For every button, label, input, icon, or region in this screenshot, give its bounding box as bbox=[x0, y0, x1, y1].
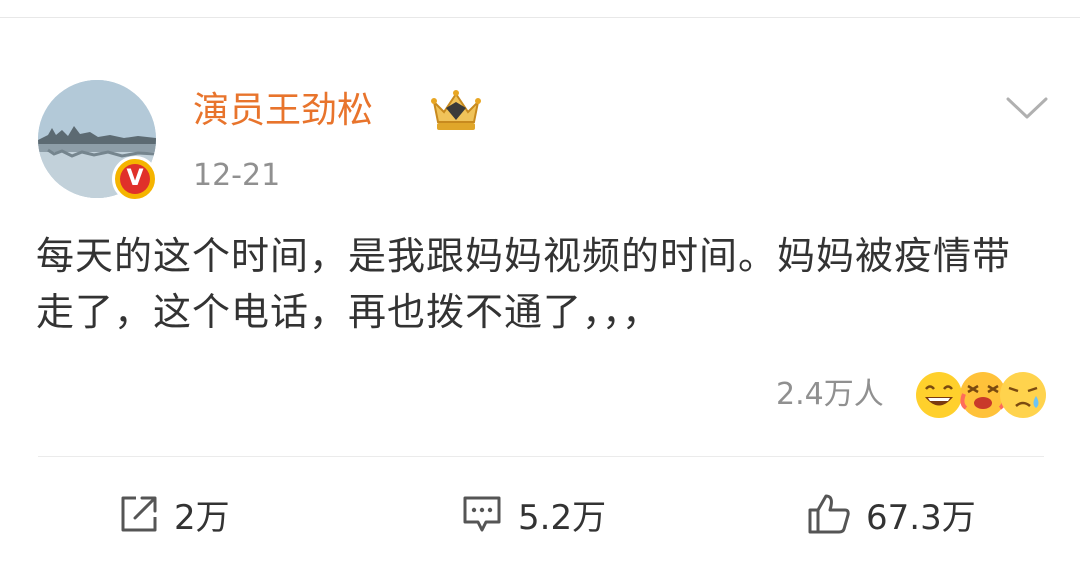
like-button[interactable]: 67.3万 bbox=[806, 486, 976, 542]
reaction-count[interactable]: 2.4万人 bbox=[776, 372, 884, 418]
thumbs-up-icon bbox=[808, 494, 850, 534]
crown-vip-icon[interactable] bbox=[428, 88, 484, 134]
comment-count: 5.2万 bbox=[518, 497, 607, 538]
username[interactable]: 演员王劲松 bbox=[193, 86, 373, 136]
chevron-down-icon[interactable] bbox=[1004, 93, 1050, 123]
verified-badge-icon: V bbox=[112, 156, 158, 202]
repost-count: 2万 bbox=[174, 497, 230, 538]
post-content: 每天的这个时间，是我跟妈妈视频的时间。妈妈被疫情带走了，这个电话，再也拨不通了，… bbox=[36, 234, 1012, 334]
like-count: 67.3万 bbox=[866, 497, 976, 538]
sad-emoji-icon[interactable] bbox=[998, 370, 1048, 420]
share-icon bbox=[121, 496, 157, 532]
laughing-emoji-icon[interactable] bbox=[914, 370, 964, 420]
repost-button[interactable]: 2万 bbox=[118, 486, 230, 542]
comment-button[interactable]: 5.2万 bbox=[460, 486, 606, 542]
weibo-post-card: V 演员王劲松 12-21 每天的这个时间，是我跟妈妈视频的时间。妈妈被疫情带走… bbox=[0, 17, 1080, 564]
divider bbox=[38, 456, 1044, 457]
post-date: 12-21 bbox=[193, 158, 281, 193]
comment-icon bbox=[463, 496, 501, 532]
